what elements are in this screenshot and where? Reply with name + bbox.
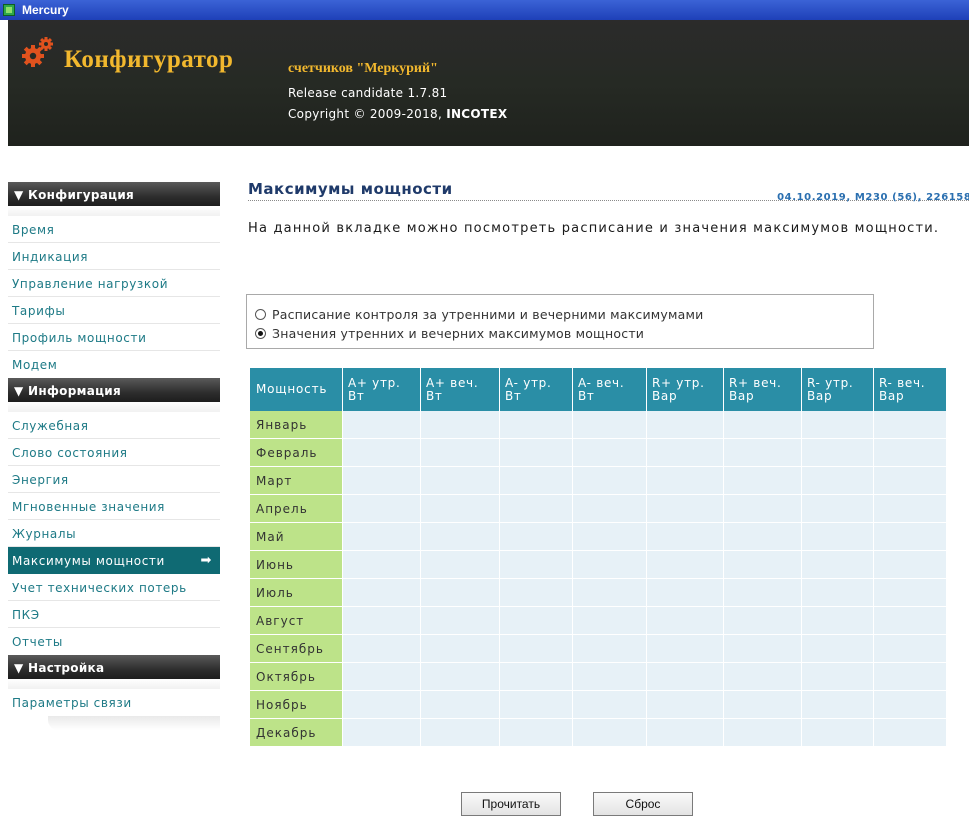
month-cell: Январь: [250, 411, 343, 439]
sidebar-item-status-word[interactable]: Слово состояния: [8, 439, 220, 466]
sidebar: ▼ Конфигурация Время Индикация Управлени…: [8, 182, 220, 730]
column-header-r-minus-morning: R- утр. Вар: [802, 368, 874, 411]
header-banner: Конфигуратор счетчиков "Меркурий" Releas…: [8, 20, 969, 146]
month-cell: Август: [250, 607, 343, 635]
sidebar-item-tariffs[interactable]: Тарифы: [8, 297, 220, 324]
sidebar-item-journals[interactable]: Журналы: [8, 520, 220, 547]
month-cell: Декабрь: [250, 719, 343, 747]
table-row: Август: [250, 607, 947, 635]
sidebar-item-connection-params[interactable]: Параметры связи: [8, 689, 220, 716]
column-header-a-minus-evening: A- веч. Вт: [573, 368, 647, 411]
column-header-r-plus-evening: R+ веч. Вар: [724, 368, 802, 411]
table-row: Июль: [250, 579, 947, 607]
sidebar-item-modem[interactable]: Модем: [8, 351, 220, 378]
month-cell: Ноябрь: [250, 691, 343, 719]
sidebar-item-energy[interactable]: Энергия: [8, 466, 220, 493]
sidebar-item-instant-values[interactable]: Мгновенные значения: [8, 493, 220, 520]
radio-selected-icon[interactable]: [255, 328, 266, 339]
month-cell: Июнь: [250, 551, 343, 579]
sidebar-item-tech-losses[interactable]: Учет технических потерь: [8, 574, 220, 601]
window-title: Mercury: [22, 3, 69, 17]
column-header-a-plus-morning: A+ утр. Вт: [343, 368, 421, 411]
month-cell: Апрель: [250, 495, 343, 523]
sidebar-item-power-maximums[interactable]: Максимумы мощности ➡: [8, 547, 220, 574]
table-row: Май: [250, 523, 947, 551]
page-title: Максимумы мощности 04.10.2019, M230 (56)…: [248, 180, 969, 203]
table-row: Апрель: [250, 495, 947, 523]
page-description: На данной вкладке можно посмотреть распи…: [248, 221, 940, 236]
column-header-a-minus-morning: A- утр. Вт: [500, 368, 573, 411]
sidebar-item-service[interactable]: Служебная: [8, 412, 220, 439]
sidebar-item-power-profile[interactable]: Профиль мощности: [8, 324, 220, 351]
read-button[interactable]: Прочитать: [461, 792, 561, 816]
table-row: Декабрь: [250, 719, 947, 747]
column-header-a-plus-evening: A+ веч. Вт: [421, 368, 500, 411]
sidebar-item-load-control[interactable]: Управление нагрузкой: [8, 270, 220, 297]
sidebar-item-label: Максимумы мощности: [12, 554, 165, 568]
radio-unselected-icon[interactable]: [255, 309, 266, 320]
brand-subtitle: счетчиков "Меркурий": [288, 61, 438, 76]
arrow-right-icon: ➡: [200, 553, 212, 568]
month-cell: Сентябрь: [250, 635, 343, 663]
month-cell: Февраль: [250, 439, 343, 467]
table-row: Сентябрь: [250, 635, 947, 663]
power-maximums-table: Мощность A+ утр. Вт A+ веч. Вт A- утр. Вт A…: [250, 368, 947, 747]
copyright: Copyright © 2009-2018, INCOTEX: [288, 107, 508, 121]
table-row: Февраль: [250, 439, 947, 467]
reset-button[interactable]: Сброс: [593, 792, 693, 816]
brand-title: Конфигуратор: [64, 46, 234, 73]
month-cell: Март: [250, 467, 343, 495]
view-mode-radio-group: Расписание контроля за утренними и вечер…: [246, 294, 874, 349]
table-row: Октябрь: [250, 663, 947, 691]
window-titlebar: Mercury: [0, 0, 969, 20]
table-row: Январь: [250, 411, 947, 439]
sidebar-item-reports[interactable]: Отчеты: [8, 628, 220, 655]
month-cell: Май: [250, 523, 343, 551]
main-panel: Максимумы мощности 04.10.2019, M230 (56)…: [246, 180, 969, 816]
table-row: Ноябрь: [250, 691, 947, 719]
sidebar-item-pke[interactable]: ПКЭ: [8, 601, 220, 628]
table-header-row: Мощность A+ утр. Вт A+ веч. Вт A- утр. Вт A…: [250, 368, 947, 411]
column-header-power: Мощность: [250, 368, 343, 411]
device-info: 04.10.2019, M230 (56), 2261585: [777, 192, 969, 203]
sidebar-item-time[interactable]: Время: [8, 216, 220, 243]
gears-icon: [22, 37, 53, 67]
sidebar-item-indication[interactable]: Индикация: [8, 243, 220, 270]
sidebar-section-configuration[interactable]: ▼ Конфигурация: [8, 182, 220, 206]
release-version: Release candidate 1.7.81: [288, 86, 448, 100]
month-cell: Июль: [250, 579, 343, 607]
column-header-r-plus-morning: R+ утр. Вар: [647, 368, 724, 411]
table-row: Март: [250, 467, 947, 495]
mercury-app-icon: [3, 4, 15, 16]
month-cell: Октябрь: [250, 663, 343, 691]
column-header-r-minus-evening: R- веч. Вар: [874, 368, 947, 411]
sidebar-section-settings[interactable]: ▼ Настройка: [8, 655, 220, 679]
table-row: Июнь: [250, 551, 947, 579]
sidebar-section-information[interactable]: ▼ Информация: [8, 378, 220, 402]
